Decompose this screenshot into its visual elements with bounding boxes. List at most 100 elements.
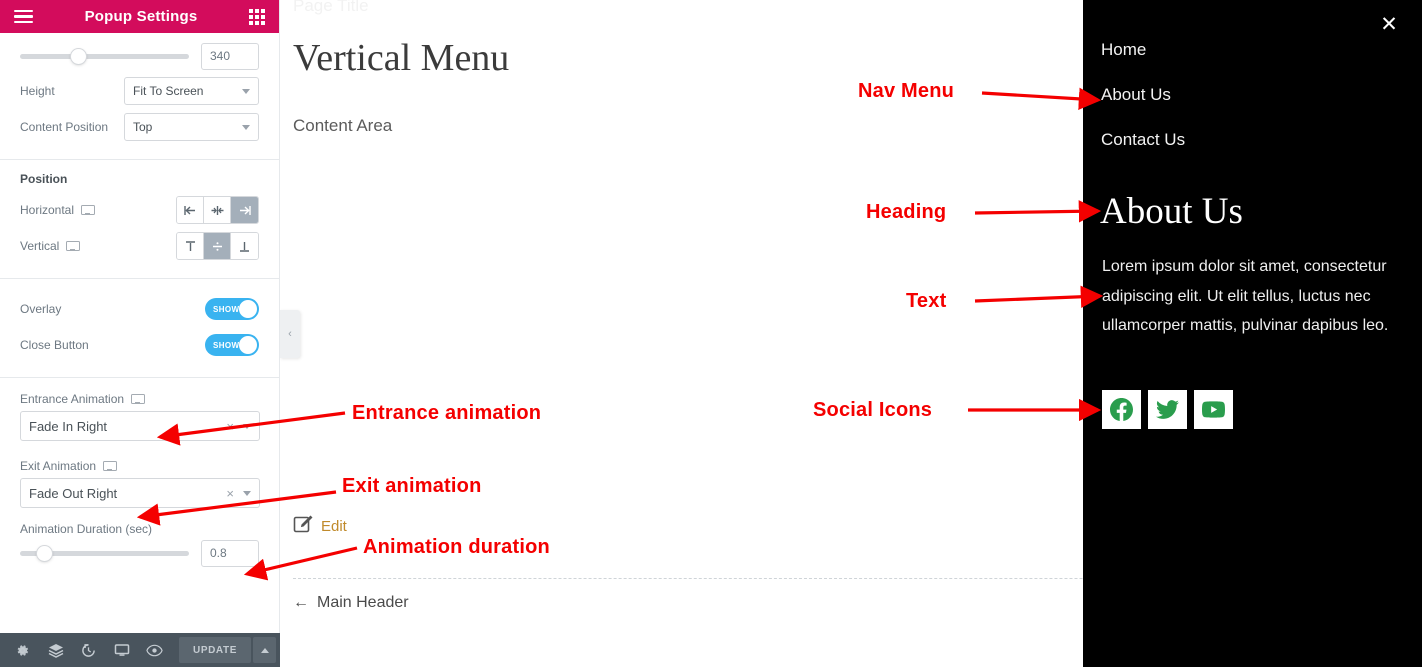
- youtube-icon[interactable]: [1194, 390, 1233, 429]
- duration-slider-knob[interactable]: [36, 545, 52, 561]
- width-slider[interactable]: [20, 47, 189, 65]
- gear-icon[interactable]: [6, 633, 39, 667]
- duration-slider[interactable]: [20, 544, 189, 562]
- close-icon[interactable]: ✕: [1378, 14, 1400, 36]
- close-button-toggle[interactable]: SHOW: [205, 334, 259, 356]
- height-row: Height Fit To Screen: [20, 73, 259, 109]
- exit-animation-label: Exit Animation: [20, 459, 97, 473]
- vertical-row: Vertical: [20, 228, 259, 264]
- close-button-toggle-state: SHOW: [213, 340, 240, 350]
- chevron-down-icon: [243, 423, 251, 429]
- entrance-animation-select[interactable]: Fade In Right ×: [20, 411, 260, 441]
- overlay-toggle-state: SHOW: [213, 304, 240, 314]
- width-slider-track: [20, 53, 189, 59]
- align-middle-button[interactable]: [204, 233, 231, 259]
- content-position-label: Content Position: [20, 120, 109, 134]
- app-root: Popup Settings 340 Height Fit To Screen …: [0, 0, 1422, 667]
- exit-animation-value: Fade Out Right: [29, 485, 118, 501]
- chevron-down-icon: [243, 490, 251, 496]
- position-section-title: Position: [20, 172, 68, 186]
- close-button-row: Close Button SHOW: [20, 327, 259, 363]
- grid-icon[interactable]: [249, 8, 265, 25]
- nav-item-about-us[interactable]: About Us: [1101, 85, 1185, 105]
- update-button[interactable]: UPDATE: [179, 637, 251, 663]
- duration-input[interactable]: 0.8: [201, 539, 259, 567]
- history-icon[interactable]: [72, 633, 105, 667]
- popup-body-text: Lorem ipsum dolor sit amet, consectetur …: [1102, 258, 1389, 335]
- exit-animation-select[interactable]: Fade Out Right ×: [20, 478, 260, 508]
- edit-label: Edit: [321, 518, 347, 535]
- width-input[interactable]: 340: [201, 42, 259, 70]
- annotation-entrance-animation: Entrance animation: [352, 402, 542, 424]
- back-arrow-icon: ←: [293, 594, 309, 611]
- page-title: Vertical Menu: [293, 37, 510, 79]
- overlay-label: Overlay: [20, 302, 62, 316]
- annotation-animation-duration: Animation duration: [363, 536, 550, 558]
- update-options-button[interactable]: [253, 637, 276, 663]
- responsive-monitor-icon[interactable]: [81, 204, 96, 216]
- annotation-text: Text: [906, 290, 947, 312]
- width-slider-row: 340: [20, 39, 259, 73]
- panel-title: Popup Settings: [84, 8, 198, 25]
- horizontal-label: Horizontal: [20, 203, 75, 217]
- position-section: Position Horizontal Vertical: [0, 160, 279, 279]
- close-button-label: Close Button: [20, 338, 89, 352]
- responsive-monitor-icon[interactable]: [66, 240, 81, 252]
- chevron-up-icon: [260, 647, 269, 653]
- align-left-button[interactable]: [177, 197, 204, 223]
- facebook-icon[interactable]: [1102, 390, 1141, 429]
- nav-item-contact-us[interactable]: Contact Us: [1101, 130, 1185, 150]
- height-select-value: Fit To Screen: [133, 84, 204, 98]
- animation-section: Entrance Animation Fade In Right × Exit …: [0, 378, 279, 584]
- height-label: Height: [20, 84, 55, 98]
- main-header-link[interactable]: ← Main Header: [293, 594, 409, 612]
- content-position-value: Top: [133, 120, 153, 134]
- responsive-monitor-icon[interactable]: [131, 393, 146, 405]
- vertical-label: Vertical: [20, 239, 60, 253]
- panel-body: 340 Height Fit To Screen Content Positio…: [0, 33, 279, 633]
- responsive-monitor-icon[interactable]: [103, 460, 118, 472]
- horizontal-align-group: [176, 196, 259, 224]
- twitter-icon[interactable]: [1148, 390, 1187, 429]
- popup-social-icons: [1102, 390, 1233, 429]
- horizontal-row: Horizontal: [20, 192, 259, 228]
- annotation-social-icons: Social Icons: [813, 399, 933, 421]
- ghost-page-title: Page Title: [293, 0, 369, 15]
- size-section: 340 Height Fit To Screen Content Positio…: [0, 33, 279, 160]
- align-center-horizontal-button[interactable]: [204, 197, 231, 223]
- main-header-label: Main Header: [317, 594, 409, 611]
- align-top-button[interactable]: [177, 233, 204, 259]
- popup-heading: About Us: [1100, 191, 1243, 232]
- overlay-toggle[interactable]: SHOW: [205, 298, 259, 320]
- duration-slider-row: 0.8: [20, 536, 259, 570]
- panel-header: Popup Settings: [0, 0, 279, 33]
- toggle-knob: [239, 336, 257, 354]
- popup-preview: ✕ Home About Us Contact Us About Us Lore…: [1083, 0, 1422, 667]
- content-position-row: Content Position Top: [20, 109, 259, 145]
- layers-icon[interactable]: [39, 633, 72, 667]
- preview-icon[interactable]: [138, 633, 171, 667]
- height-select[interactable]: Fit To Screen: [124, 77, 259, 105]
- responsive-icon[interactable]: [105, 633, 138, 667]
- animation-duration-label: Animation Duration (sec): [20, 522, 153, 536]
- edit-link[interactable]: Edit: [293, 514, 347, 539]
- entrance-animation-value: Fade In Right: [29, 418, 108, 434]
- hamburger-icon[interactable]: [14, 9, 33, 24]
- clear-icon[interactable]: ×: [226, 419, 234, 434]
- toggle-knob: [239, 300, 257, 318]
- chevron-down-icon: [242, 124, 250, 130]
- edit-pencil-icon: [293, 514, 313, 539]
- content-area-text: Content Area: [293, 116, 393, 135]
- nav-item-home[interactable]: Home: [1101, 40, 1185, 60]
- panel-footer-toolbar: UPDATE: [0, 633, 280, 667]
- clear-icon[interactable]: ×: [226, 486, 234, 501]
- width-slider-knob[interactable]: [70, 48, 86, 64]
- chevron-down-icon: [242, 88, 250, 94]
- overlay-row: Overlay SHOW: [20, 291, 259, 327]
- content-position-select[interactable]: Top: [124, 113, 259, 141]
- annotation-heading: Heading: [866, 201, 947, 223]
- entrance-animation-label: Entrance Animation: [20, 392, 125, 406]
- align-bottom-button[interactable]: [231, 233, 258, 259]
- align-right-button[interactable]: [231, 197, 258, 223]
- panel-collapse-handle[interactable]: ‹: [280, 310, 300, 358]
